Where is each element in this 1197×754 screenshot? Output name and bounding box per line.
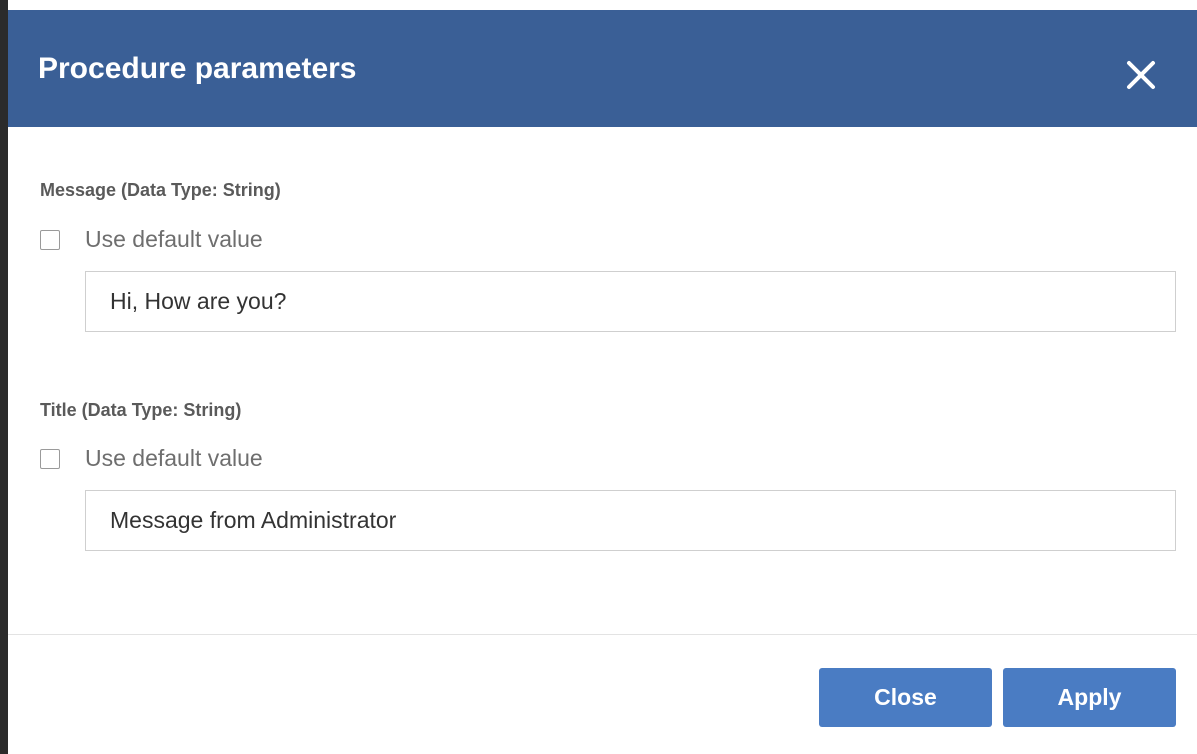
footer-divider <box>8 634 1197 635</box>
dialog-header: Procedure parameters <box>8 10 1197 127</box>
title-value-input[interactable] <box>85 490 1176 551</box>
apply-button[interactable]: Apply <box>1003 668 1176 727</box>
title-use-default-label[interactable]: Use default value <box>85 444 263 472</box>
close-button[interactable]: Close <box>819 668 992 727</box>
message-value-input[interactable] <box>85 271 1176 332</box>
procedure-parameters-dialog: Procedure parameters Message (Data Type:… <box>8 10 1197 754</box>
message-param-label: Message (Data Type: String) <box>40 180 281 200</box>
message-use-default-label[interactable]: Use default value <box>85 225 263 253</box>
message-use-default-checkbox[interactable] <box>40 230 60 250</box>
close-icon[interactable] <box>1121 55 1161 95</box>
title-param-label: Title (Data Type: String) <box>40 400 242 420</box>
dialog-body: Message (Data Type: String) Use default … <box>8 127 1197 635</box>
title-use-default-checkbox[interactable] <box>40 449 60 469</box>
dialog-title: Procedure parameters <box>38 52 357 85</box>
background-window-edge <box>0 0 8 754</box>
